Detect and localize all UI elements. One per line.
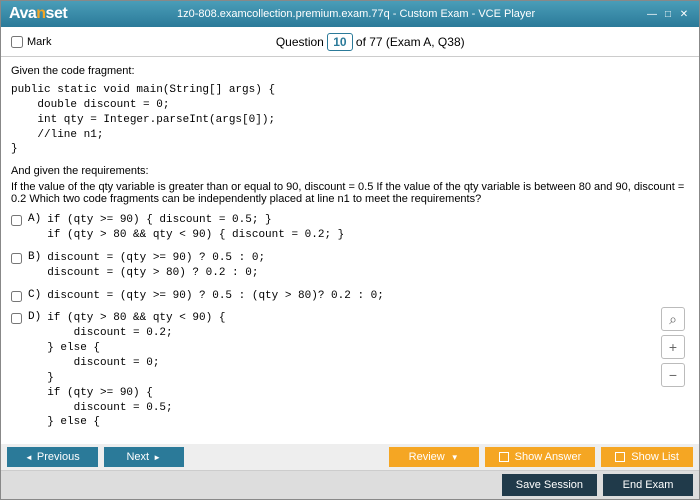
- answer-checkbox[interactable]: [11, 291, 22, 302]
- previous-button[interactable]: Previous: [7, 447, 98, 467]
- checkbox-icon: [499, 452, 509, 462]
- minimize-icon[interactable]: —: [645, 8, 659, 20]
- checkbox-icon: [615, 452, 625, 462]
- app-logo: Avanset: [9, 5, 67, 23]
- next-button[interactable]: Next: [104, 447, 184, 467]
- mark-input[interactable]: [11, 36, 23, 48]
- save-session-button[interactable]: Save Session: [502, 474, 597, 496]
- answer-checkbox[interactable]: [11, 253, 22, 264]
- intro-text: Given the code fragment:: [11, 65, 689, 77]
- question-content: Given the code fragment: public static v…: [1, 57, 699, 447]
- show-list-button[interactable]: Show List: [601, 447, 693, 467]
- answer-label: C): [28, 289, 41, 301]
- answer-checkbox[interactable]: [11, 313, 22, 324]
- maximize-icon[interactable]: □: [661, 8, 675, 20]
- mark-checkbox[interactable]: Mark: [11, 36, 51, 48]
- answer-option[interactable]: D) if (qty > 80 && qty < 90) { discount =…: [11, 311, 689, 430]
- requirements-body: If the value of the qty variable is grea…: [11, 181, 689, 205]
- answer-checkbox[interactable]: [11, 215, 22, 226]
- question-number: 10: [327, 33, 352, 51]
- answer-option[interactable]: B) discount = (qty >= 90) ? 0.5 : 0; disc…: [11, 251, 689, 281]
- window-title: 1z0-808.examcollection.premium.exam.77q …: [67, 8, 645, 20]
- answer-label: B): [28, 251, 41, 263]
- answer-option[interactable]: A) if (qty >= 90) { discount = 0.5; } if …: [11, 213, 689, 243]
- mark-label: Mark: [27, 36, 51, 48]
- close-icon[interactable]: ✕: [677, 8, 691, 20]
- requirements-title: And given the requirements:: [11, 165, 689, 177]
- end-exam-button[interactable]: End Exam: [603, 474, 693, 496]
- review-button[interactable]: Review ▼: [389, 447, 479, 467]
- zoom-in-icon[interactable]: +: [661, 335, 685, 359]
- zoom-reset-icon[interactable]: ⌕: [661, 307, 685, 331]
- answer-code: if (qty > 80 && qty < 90) { discount = 0…: [47, 311, 225, 430]
- answer-label: D): [28, 311, 41, 323]
- code-fragment: public static void main(String[] args) {…: [11, 83, 689, 157]
- answer-code: if (qty >= 90) { discount = 0.5; } if (q…: [47, 213, 344, 243]
- question-indicator: Question 10 of 77 (Exam A, Q38): [51, 35, 689, 49]
- zoom-out-icon[interactable]: −: [661, 363, 685, 387]
- answer-option[interactable]: C) discount = (qty >= 90) ? 0.5 : (qty > …: [11, 289, 689, 304]
- answer-code: discount = (qty >= 90) ? 0.5 : (qty > 80…: [47, 289, 384, 304]
- answer-label: A): [28, 213, 41, 225]
- answer-code: discount = (qty >= 90) ? 0.5 : 0; discou…: [47, 251, 265, 281]
- show-answer-button[interactable]: Show Answer: [485, 447, 596, 467]
